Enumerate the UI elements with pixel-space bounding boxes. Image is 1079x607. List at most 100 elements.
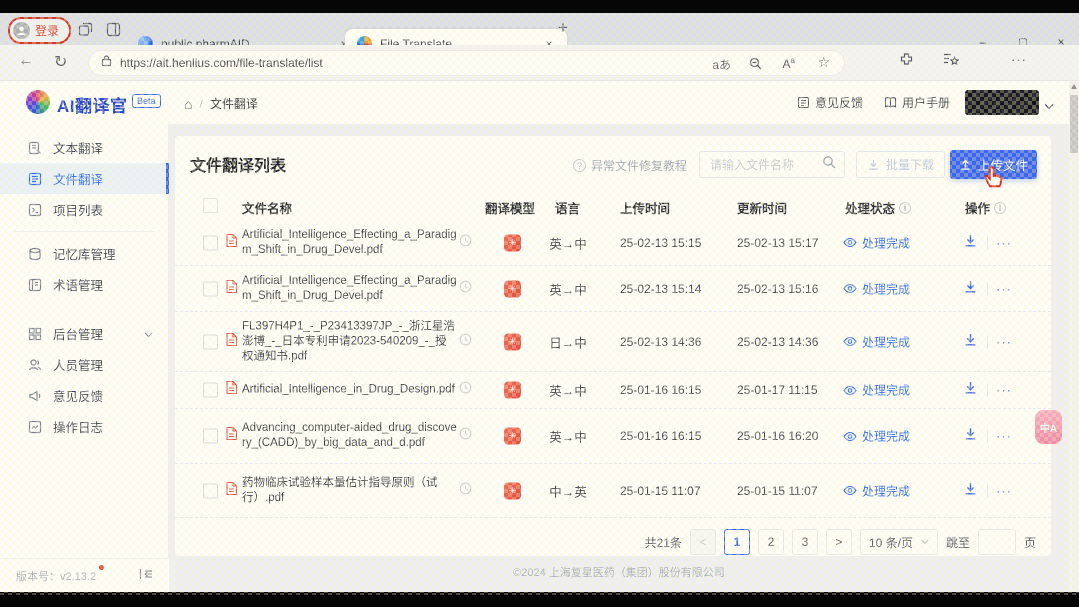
tab-actions-icon[interactable]	[78, 22, 93, 42]
user-menu-chevron-down-icon[interactable]	[1044, 97, 1054, 115]
file-name[interactable]: Artificial_Intelligence_Effecting_a_Para…	[242, 228, 457, 258]
chevron-down-icon[interactable]	[144, 327, 153, 341]
repair-tutorial-label: 异常文件修复教程	[591, 157, 687, 174]
zoom-out-icon[interactable]	[749, 57, 762, 73]
history-clock-icon[interactable]	[459, 280, 472, 298]
row-checkbox[interactable]	[203, 235, 218, 250]
refresh-icon[interactable]: ↻	[54, 52, 67, 72]
row-checkbox[interactable]	[203, 281, 218, 296]
more-actions-icon[interactable]: ···	[996, 334, 1012, 349]
back-icon[interactable]: ←	[18, 52, 34, 70]
sidebar-item-feedback[interactable]: 意见反馈	[0, 380, 169, 411]
address-bar[interactable]: https://ait.henlius.com/file-translate/l…	[88, 50, 845, 76]
more-actions-icon[interactable]: ···	[996, 235, 1012, 250]
table-row[interactable]: FL397H4P1_-_P23413397JP_-_浙江星浩澎博_-_日本专利申…	[175, 312, 1051, 372]
info-icon[interactable]: i	[899, 202, 911, 214]
row-checkbox[interactable]	[203, 334, 218, 349]
status-complete[interactable]: 处理完成	[843, 482, 910, 499]
home-icon[interactable]: ⌂	[184, 96, 192, 112]
text-size-icon[interactable]: Aa	[783, 56, 795, 71]
info-icon[interactable]: i	[994, 202, 1006, 214]
floating-translate-widget[interactable]: 中A	[1035, 410, 1062, 444]
prev-page-button[interactable]: <	[690, 529, 716, 555]
sidebar-item-admin[interactable]: 后台管理	[0, 318, 169, 349]
download-file-icon[interactable]	[963, 481, 978, 501]
hand-cursor-icon	[984, 166, 1006, 195]
translate-page-icon[interactable]: aあ	[712, 56, 731, 73]
eye-icon	[843, 284, 857, 294]
page-button-2[interactable]: 2	[758, 529, 784, 555]
table-row[interactable]: Artificial_Intelligence_Effecting_a_Para…	[175, 266, 1051, 312]
status-complete[interactable]: 处理完成	[843, 280, 910, 297]
select-all-checkbox[interactable]	[203, 198, 218, 213]
update-time: 25-02-13 15:16	[737, 282, 818, 296]
download-icon	[867, 158, 880, 171]
batch-download-button[interactable]: 批量下载	[856, 151, 945, 178]
history-clock-icon[interactable]	[459, 234, 472, 252]
page-button-1[interactable]: 1	[724, 529, 750, 555]
row-checkbox[interactable]	[203, 383, 218, 398]
collapse-sidebar-icon[interactable]	[139, 567, 153, 585]
sidebar-item-personnel[interactable]: 人员管理	[0, 349, 169, 380]
page-button-3[interactable]: 3	[792, 529, 818, 555]
status-complete[interactable]: 处理完成	[843, 333, 910, 350]
more-actions-icon[interactable]: ···	[996, 383, 1012, 398]
history-clock-icon[interactable]	[459, 333, 472, 351]
header-manual-button[interactable]: 用户手册	[884, 94, 950, 111]
file-name[interactable]: FL397H4P1_-_P23413397JP_-_浙江星浩澎博_-_日本专利申…	[242, 319, 457, 364]
page-scrollbar[interactable]	[1069, 81, 1079, 592]
sidebar-item-label: 文本翻译	[53, 138, 103, 157]
more-actions-icon[interactable]: ···	[996, 281, 1012, 296]
header-feedback-button[interactable]: 意见反馈	[797, 94, 863, 111]
scrollbar-up-arrow[interactable]	[1071, 84, 1077, 89]
vertical-tabs-icon[interactable]	[106, 22, 121, 42]
file-name[interactable]: Advancing_computer-aided_drug_discovery_…	[242, 421, 457, 451]
extensions-puzzle-icon[interactable]	[899, 52, 914, 70]
sidebar-item-operation-log[interactable]: 操作日志	[0, 411, 169, 442]
page-size-select[interactable]: 10 条/页	[860, 529, 938, 555]
search-box[interactable]	[699, 151, 845, 178]
status-complete[interactable]: 处理完成	[843, 428, 910, 445]
history-clock-icon[interactable]	[459, 381, 472, 399]
search-input[interactable]	[708, 157, 816, 173]
favorite-star-icon[interactable]: ☆	[817, 54, 830, 71]
new-tab-button[interactable]: +	[558, 18, 568, 38]
file-name[interactable]: Artificial_Intelligence_Effecting_a_Para…	[242, 274, 457, 304]
status-complete[interactable]: 处理完成	[843, 382, 910, 399]
collections-icon[interactable]	[943, 52, 959, 70]
sidebar-item-memory-bank[interactable]: 记忆库管理	[0, 238, 169, 269]
login-badge[interactable]: 登录	[8, 17, 71, 44]
user-name-blurred[interactable]	[965, 90, 1039, 115]
sidebar-item-file-translate[interactable]: 文件翻译	[0, 163, 169, 194]
file-name[interactable]: Artificial_Intelligence_in_Drug_Design.p…	[242, 383, 455, 398]
history-clock-icon[interactable]	[459, 482, 472, 500]
table-row[interactable]: 药物临床试验样本量估计指导原则（试行）.pdf ✳ 中→英 25-01-15 1…	[175, 464, 1051, 518]
next-page-button[interactable]: >	[826, 529, 852, 555]
scrollbar-thumb[interactable]	[1070, 95, 1078, 153]
table-row[interactable]: Artificial_Intelligence_Effecting_a_Para…	[175, 220, 1051, 266]
download-file-icon[interactable]	[963, 233, 978, 253]
row-checkbox[interactable]	[203, 429, 218, 444]
download-file-icon[interactable]	[963, 279, 978, 299]
sidebar-item-terminology[interactable]: 术语管理	[0, 269, 169, 300]
file-name[interactable]: 药物临床试验样本量估计指导原则（试行）.pdf	[242, 476, 457, 506]
download-file-icon[interactable]	[963, 426, 978, 446]
status-complete[interactable]: 处理完成	[843, 234, 910, 251]
more-actions-icon[interactable]: ···	[996, 429, 1012, 444]
sidebar-item-text-translate[interactable]: 文本翻译	[0, 132, 169, 163]
more-actions-icon[interactable]: ···	[996, 483, 1012, 498]
table-row[interactable]: Advancing_computer-aided_drug_discovery_…	[175, 409, 1051, 464]
search-icon[interactable]	[822, 155, 836, 174]
history-clock-icon[interactable]	[459, 427, 472, 445]
jump-page-input[interactable]	[978, 529, 1016, 555]
download-file-icon[interactable]	[963, 332, 978, 352]
settings-more-icon[interactable]: ···	[1011, 52, 1027, 67]
table-row[interactable]: Artificial_Intelligence_in_Drug_Design.p…	[175, 372, 1051, 409]
main-content: 文件翻译列表 ? 异常文件修复教程 批量下载 上传文件	[169, 124, 1069, 592]
app-logo-icon	[26, 90, 50, 114]
row-checkbox[interactable]	[203, 483, 218, 498]
sidebar-item-project-list[interactable]: 项目列表	[0, 194, 169, 225]
download-file-icon[interactable]	[963, 380, 978, 400]
feedback-doc-icon	[797, 96, 810, 109]
repair-tutorial-link[interactable]: ? 异常文件修复教程	[573, 157, 687, 174]
